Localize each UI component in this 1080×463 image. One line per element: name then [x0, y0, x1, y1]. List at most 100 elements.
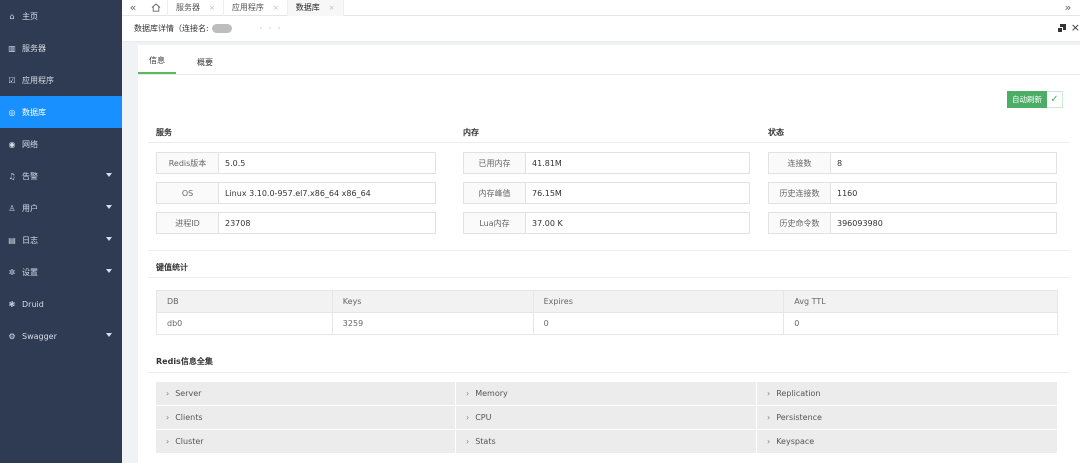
tab-item[interactable]: 应用程序 × [224, 0, 288, 16]
info-section-persistence[interactable]: › Persistence [757, 406, 1058, 430]
column-header: Avg TTL [783, 290, 1058, 313]
druid-icon: ❃ [8, 299, 16, 309]
sidebar-item-6[interactable]: ♙ 用户 [0, 192, 122, 224]
chevron-right-icon: › [166, 389, 170, 398]
gear-icon: ✲ [8, 267, 16, 277]
database-detail-panel: 信息 概要 自动刷新 ✓ 服务 内存 状态 Redis版本 5.0.5 OS Linu… [138, 45, 1080, 463]
divider [148, 372, 1070, 373]
chevron-right-icon: › [466, 389, 470, 398]
field-value: 8 [837, 158, 843, 168]
tab-item[interactable]: 数据库 × [287, 0, 344, 16]
sidebar-item-7[interactable]: ▤ 日志 [0, 224, 122, 256]
info-section-label: Replication [776, 389, 821, 398]
service-field: Redis版本 5.0.5 [156, 152, 436, 174]
page-title: 数据库详情（连接名: [134, 24, 209, 33]
caret-down-icon [106, 173, 112, 177]
info-section-cluster[interactable]: › Cluster [156, 430, 456, 454]
divider [148, 142, 1070, 143]
info-section-label: Cluster [175, 437, 204, 446]
field-label: Redis版本 [157, 153, 219, 173]
status-field: 历史连接数 1160 [768, 182, 1057, 204]
chevron-right-icon: › [166, 413, 170, 422]
check-icon[interactable]: ✓ [1047, 91, 1063, 108]
field-value: 76.15M [532, 188, 562, 198]
database-icon: ◎ [8, 107, 16, 117]
swagger-icon: ⚙ [8, 331, 16, 341]
info-section-memory[interactable]: › Memory [456, 382, 757, 406]
auto-refresh-toggle[interactable]: 自动刷新 ✓ [1007, 91, 1063, 108]
section-title-keystats: 键值统计 [156, 263, 188, 272]
info-section-label: Persistence [776, 413, 822, 422]
caret-down-icon [106, 237, 112, 241]
info-section-clients[interactable]: › Clients [156, 406, 456, 430]
info-section-replication[interactable]: › Replication [757, 382, 1058, 406]
home-icon: ⌂ [9, 11, 15, 21]
tab-close-icon[interactable]: × [273, 4, 279, 12]
tab-info[interactable]: 信息 [138, 55, 176, 74]
info-section-label: Keyspace [776, 437, 815, 446]
sidebar-item-label: 主页 [22, 11, 38, 21]
info-section-label: Server [175, 389, 202, 398]
restore-window-icon[interactable] [1056, 23, 1066, 33]
sidebar-item-5[interactable]: ♫ 告警 [0, 160, 122, 192]
info-section-stats[interactable]: › Stats [456, 430, 757, 454]
tab-close-icon[interactable]: × [329, 4, 335, 12]
field-label: 进程ID [157, 213, 219, 233]
tab-close-icon[interactable]: × [209, 4, 215, 12]
sidebar-item-label: Swagger [22, 331, 57, 341]
sidebar-item-9[interactable]: ❃ Druid [0, 288, 122, 320]
memory-field: Lua内存 37.00 K [463, 212, 750, 234]
sidebar-item-3[interactable]: ◎ 数据库 [0, 96, 122, 128]
field-value: 396093980 [837, 218, 883, 228]
section-title-status: 状态 [768, 128, 784, 137]
divider [148, 250, 1070, 251]
sidebar-item-label: 应用程序 [22, 75, 54, 85]
auto-refresh-button[interactable]: 自动刷新 [1007, 91, 1047, 108]
close-icon[interactable]: × [1071, 22, 1080, 33]
caret-down-icon [106, 205, 112, 209]
memory-field: 内存峰值 76.15M [463, 182, 750, 204]
field-label: 已用内存 [464, 153, 526, 173]
home-tab[interactable] [144, 0, 168, 16]
field-label: 内存峰值 [464, 183, 526, 203]
caret-down-icon [106, 269, 112, 273]
section-title-service: 服务 [156, 128, 172, 137]
field-value: Linux 3.10.0-957.el7.x86_64 x86_64 [225, 188, 371, 198]
divider [148, 277, 1070, 278]
sidebar-item-4[interactable]: ◉ 网络 [0, 128, 122, 160]
sidebar-item-2[interactable]: ☑ 应用程序 [0, 64, 122, 96]
memory-field: 已用内存 41.81M [463, 152, 750, 174]
info-section-server[interactable]: › Server [156, 382, 456, 406]
field-value: 23708 [225, 218, 251, 228]
sidebar-item-10[interactable]: ⚙ Swagger [0, 320, 122, 352]
sidebar-item-label: 数据库 [22, 107, 46, 117]
home-tab-icon [151, 3, 160, 12]
info-section-keyspace[interactable]: › Keyspace [757, 430, 1058, 454]
server-icon: ▥ [8, 43, 16, 53]
field-value: 1160 [837, 188, 858, 198]
sidebar-item-1[interactable]: ▥ 服务器 [0, 32, 122, 64]
tabs-scroll-right-icon[interactable]: » [1056, 1, 1080, 14]
table-cell: 3259 [331, 312, 534, 335]
table-cell: 0 [783, 312, 1058, 335]
sidebar-item-0[interactable]: ⌂ 主页 [0, 0, 122, 32]
sidebar-item-label: 网络 [22, 139, 38, 149]
detail-tabs: 信息 概要 [138, 45, 1080, 75]
tab-label: 数据库 [295, 3, 320, 12]
masked-connection-name [211, 24, 232, 33]
tabs-scroll-left-icon[interactable]: « [122, 0, 144, 16]
redis-info-grid: › Server › Memory › Replication › Clients › CPU › P… [156, 382, 1058, 454]
tab-overview[interactable]: 概要 [186, 57, 224, 74]
field-value: 37.00 K [532, 218, 563, 228]
info-section-cpu[interactable]: › CPU [456, 406, 757, 430]
sidebar-item-label: 服务器 [22, 43, 46, 53]
section-title-memory: 内存 [463, 128, 479, 137]
sidebar-item-label: 告警 [22, 171, 38, 181]
page-header: 数据库详情（连接名: · · · × [122, 16, 1080, 42]
sidebar-item-8[interactable]: ✲ 设置 [0, 256, 122, 288]
section-title-redis-info: Redis信息全集 [156, 357, 213, 366]
table-row: db0 3259 0 0 [156, 312, 1058, 335]
field-value: 5.0.5 [225, 158, 246, 168]
chevron-right-icon: › [466, 413, 470, 422]
tab-item[interactable]: 服务器 × [168, 0, 224, 16]
